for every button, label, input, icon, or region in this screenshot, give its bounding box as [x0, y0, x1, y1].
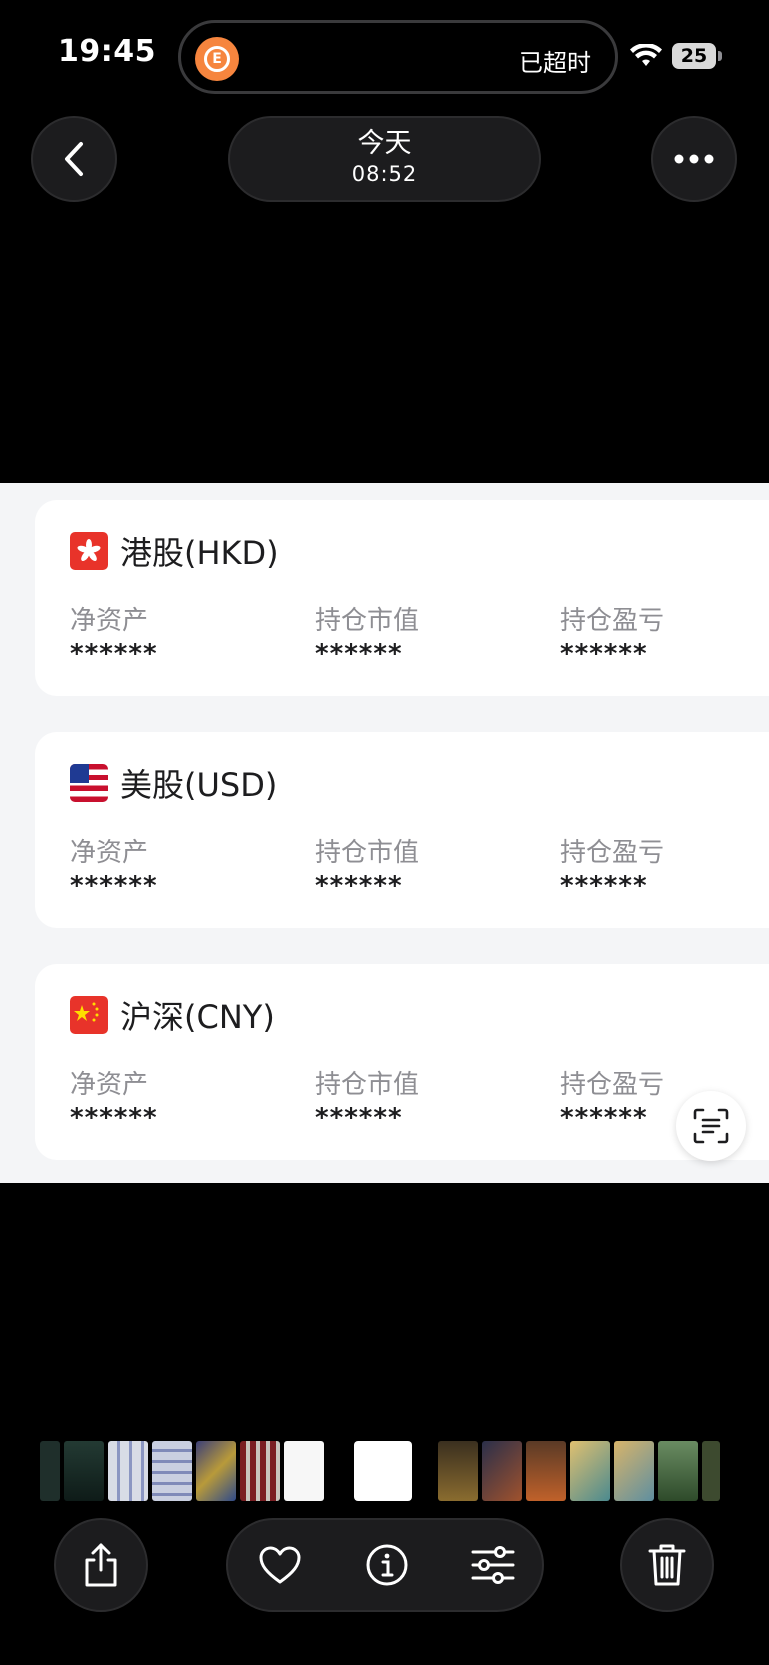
thumbnail[interactable] — [284, 1441, 324, 1501]
market-card-cny: 沪深(CNY) 净资产 ****** 持仓市值 ****** 持仓盈亏 ****** — [35, 964, 769, 1160]
battery-indicator: 25 — [672, 43, 716, 69]
thumbnail[interactable] — [526, 1441, 566, 1501]
thumbnail[interactable] — [64, 1441, 104, 1501]
thumbnail[interactable] — [702, 1441, 720, 1501]
dynamic-island[interactable]: E 已超时 — [178, 20, 618, 94]
chevron-left-icon — [65, 142, 83, 176]
adjust-button[interactable] — [468, 1540, 518, 1590]
thumbnail[interactable] — [658, 1441, 698, 1501]
more-button[interactable] — [651, 116, 737, 202]
thumbnail[interactable] — [570, 1441, 610, 1501]
metric-pnl: 持仓盈亏 ****** — [560, 1070, 665, 1133]
metric-net-assets: 净资产 ****** — [70, 1070, 158, 1133]
metric-market-value: 持仓市值 ****** — [315, 606, 420, 669]
text-scan-icon — [693, 1108, 729, 1144]
thumbnail[interactable] — [614, 1441, 654, 1501]
thumbnail[interactable] — [240, 1441, 280, 1501]
market-card-usd: 美股(USD) 净资产 ****** 持仓市值 ****** 持仓盈亏 ****** — [35, 732, 769, 928]
market-card-hkd: 港股(HKD) 净资产 ****** 持仓市值 ****** 持仓盈亏 ****** — [35, 500, 769, 696]
adjust-icon — [471, 1546, 515, 1584]
wifi-icon — [630, 44, 662, 66]
metric-net-assets: 净资产 ****** — [70, 606, 158, 669]
activity-status-label: 已超时 — [519, 49, 591, 77]
thumbnail[interactable] — [438, 1441, 478, 1501]
live-text-button[interactable] — [676, 1091, 746, 1161]
us-flag-icon — [70, 764, 108, 802]
market-name: 美股(USD) — [120, 766, 278, 804]
card-title: 美股(USD) — [70, 760, 277, 806]
market-name: 沪深(CNY) — [120, 998, 275, 1036]
metric-market-value: 持仓市值 ****** — [315, 1070, 420, 1133]
market-name: 港股(HKD) — [120, 534, 279, 572]
date-header[interactable]: 今天 08:52 — [228, 116, 541, 202]
metric-pnl: 持仓盈亏 ****** — [560, 838, 665, 901]
metric-pnl: 持仓盈亏 ****** — [560, 606, 665, 669]
china-flag-icon — [70, 996, 108, 1034]
hong-kong-flag-icon — [70, 532, 108, 570]
share-icon — [85, 1543, 117, 1587]
info-button[interactable] — [362, 1540, 412, 1590]
thumbnail[interactable] — [108, 1441, 148, 1501]
thumbnail[interactable] — [40, 1441, 60, 1501]
date-label: 今天 — [357, 128, 412, 159]
back-button[interactable] — [31, 116, 117, 202]
status-time: 19:45 — [58, 34, 156, 69]
favorite-button[interactable] — [255, 1540, 305, 1590]
card-title: 港股(HKD) — [70, 528, 279, 574]
share-button[interactable] — [54, 1518, 148, 1612]
metric-net-assets: 净资产 ****** — [70, 838, 158, 901]
heart-icon — [259, 1546, 301, 1584]
time-label: 08:52 — [351, 162, 418, 186]
thumbnail[interactable] — [482, 1441, 522, 1501]
thumbnail[interactable] — [152, 1441, 192, 1501]
thumbnail[interactable] — [196, 1441, 236, 1501]
info-icon — [366, 1544, 408, 1586]
battery-tip — [718, 51, 722, 61]
photo-content: 港股(HKD) 净资产 ****** 持仓市值 ****** 持仓盈亏 ****** … — [0, 483, 769, 1183]
app-activity-icon: E — [195, 37, 239, 81]
metric-market-value: 持仓市值 ****** — [315, 838, 420, 901]
thumbnail-current[interactable] — [354, 1441, 412, 1501]
ellipsis-icon — [674, 154, 714, 164]
trash-icon — [648, 1544, 686, 1586]
action-pill — [226, 1518, 544, 1612]
delete-button[interactable] — [620, 1518, 714, 1612]
card-title: 沪深(CNY) — [70, 992, 275, 1038]
